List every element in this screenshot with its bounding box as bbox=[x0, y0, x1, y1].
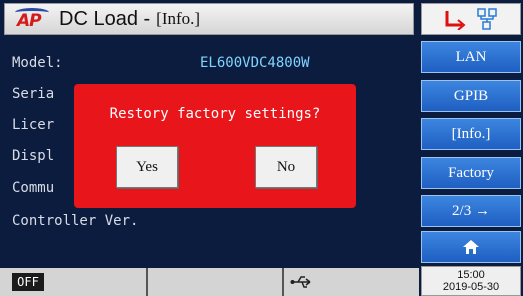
home-icon bbox=[463, 240, 479, 254]
home-button[interactable] bbox=[421, 231, 521, 263]
status-divider bbox=[146, 268, 148, 296]
usb-icon bbox=[290, 276, 311, 288]
network-icon bbox=[477, 8, 497, 30]
remote-status-indicator bbox=[421, 3, 521, 35]
factory-button[interactable]: Factory bbox=[421, 157, 521, 189]
dialog-message: Restory factory settings? bbox=[109, 106, 321, 122]
lan-connection-icon bbox=[445, 11, 466, 30]
logo-text: AP bbox=[17, 11, 42, 31]
info-label-communication: Commu bbox=[12, 180, 55, 196]
info-label-controller-version: Controller Ver. bbox=[12, 213, 139, 229]
info-label-display: Displ bbox=[12, 148, 55, 164]
info-button[interactable]: [Info.] bbox=[421, 118, 521, 150]
info-value-model: EL600VDC4800W bbox=[200, 55, 310, 71]
status-bar bbox=[0, 268, 419, 296]
status-divider bbox=[282, 268, 284, 296]
brand-logo: AP bbox=[13, 8, 51, 31]
yes-button[interactable]: Yes bbox=[116, 146, 178, 188]
section-title: [Info.] bbox=[156, 9, 201, 28]
clock-date: 2019-05-30 bbox=[442, 281, 500, 293]
confirm-dialog: Restory factory settings? Yes No bbox=[74, 84, 356, 208]
app-title: DC Load - bbox=[59, 7, 151, 30]
next-page-button[interactable]: 2/3 → bbox=[421, 195, 521, 227]
output-state-badge: OFF bbox=[12, 273, 44, 291]
no-button[interactable]: No bbox=[255, 146, 317, 188]
lan-button[interactable]: LAN bbox=[421, 41, 521, 73]
info-label-model: Model: bbox=[12, 55, 63, 71]
gpib-button[interactable]: GPIB bbox=[421, 80, 521, 112]
info-label-license: Licer bbox=[12, 117, 55, 133]
clock-time: 15:00 bbox=[457, 269, 485, 281]
title-bar: AP DC Load - [Info.] bbox=[4, 3, 414, 35]
clock: 15:00 2019-05-30 bbox=[421, 266, 521, 296]
info-label-serial: Seria bbox=[12, 86, 55, 102]
